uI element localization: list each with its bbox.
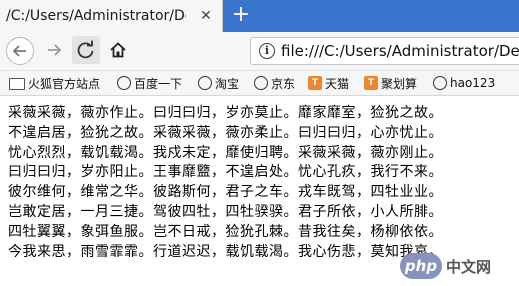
- php-logo: php: [400, 253, 442, 279]
- bookmark-firefox-folder[interactable]: 火狐官方站点: [9, 71, 100, 95]
- arrow-left-icon: [12, 45, 26, 57]
- arrow-right-icon: [48, 44, 62, 56]
- new-tab-button[interactable]: +: [230, 4, 252, 26]
- bookmarks-toolbar: 火狐官方站点 百度一下 淘宝 京东 T 天猫 T 聚划算 hao123: [0, 71, 519, 96]
- poem-line: 不遑启居，猃狁之故。采薇采薇，薇亦柔止。曰归曰归，心亦忧止。: [8, 124, 443, 141]
- url-bar[interactable]: i file:///C:/Users/Administrator/Des: [250, 37, 519, 65]
- reload-icon: [77, 40, 94, 59]
- bookmark-jd[interactable]: 京东: [254, 71, 295, 95]
- folder-icon: [9, 78, 25, 90]
- poem-line: 采薇采薇，薇亦作止。曰归曰归，岁亦莫止。靡家靡室，猃狁之故。: [8, 105, 443, 121]
- poem-line: 曰归曰归，岁亦阳止。王事靡盬，不遑启处。忧心孔疚，我行不来。: [8, 164, 443, 181]
- close-icon[interactable]: ✕: [199, 9, 213, 23]
- poem-line: 忧心烈烈，载饥载渴。我戍未定，靡使归聘。采薇采薇，薇亦刚止。: [8, 144, 443, 161]
- info-icon[interactable]: i: [259, 43, 275, 59]
- poem-line: 岂敢定居，一月三捷。驾彼四牡，四牡骙骙。君子所依，小人所腓。: [8, 203, 443, 220]
- tmall-icon: T: [308, 76, 322, 90]
- bookmark-baidu[interactable]: 百度一下: [117, 71, 182, 95]
- bookmark-label: 聚划算: [381, 76, 418, 91]
- url-text[interactable]: file:///C:/Users/Administrator/Des: [281, 42, 519, 60]
- tmall-icon: T: [364, 76, 378, 90]
- bookmark-tmall[interactable]: T 天猫: [308, 71, 349, 95]
- bookmark-label: 天猫: [325, 76, 350, 91]
- home-icon: [110, 42, 126, 58]
- tab-active[interactable]: /C:/Users/Administrator/Desktop ✕: [0, 0, 223, 32]
- home-button[interactable]: [104, 36, 132, 64]
- navigation-toolbar: i file:///C:/Users/Administrator/Des: [0, 32, 519, 71]
- globe-icon: [117, 76, 131, 90]
- globe-icon: [433, 76, 447, 90]
- bookmark-hao123[interactable]: hao123: [433, 71, 495, 95]
- bookmark-label: 火狐官方站点: [28, 76, 101, 91]
- watermark: php 中文网: [400, 251, 491, 281]
- page-content: 采薇采薇，薇亦作止。曰归曰归，岁亦莫止。靡家靡室，猃狁之故。 不遑启居，猃狁之故…: [8, 104, 513, 262]
- poem-line: 彼尔维何，维常之华。彼路斯何，君子之车。戎车既驾，四牡业业。: [8, 184, 443, 201]
- bookmark-label: 淘宝: [215, 76, 240, 91]
- tab-title: /C:/Users/Administrator/Desktop: [6, 8, 186, 24]
- reload-button[interactable]: [72, 36, 100, 64]
- tab-strip: /C:/Users/Administrator/Desktop ✕ +: [0, 0, 519, 32]
- forward-button[interactable]: [40, 36, 68, 64]
- poem-line: 四牡翼翼，象弭鱼服。岂不日戒，猃狁孔棘。昔我往矣，杨柳依依。: [8, 223, 443, 240]
- back-button[interactable]: [6, 37, 34, 65]
- globe-icon: [254, 76, 268, 90]
- globe-icon: [198, 76, 212, 90]
- watermark-text: 中文网: [446, 257, 492, 276]
- bookmark-juhuasuan[interactable]: T 聚划算: [364, 71, 417, 95]
- bookmark-label: 百度一下: [134, 76, 183, 91]
- bookmark-label: hao123: [450, 76, 496, 90]
- bookmark-label: 京东: [271, 76, 296, 91]
- bookmark-taobao[interactable]: 淘宝: [198, 71, 239, 95]
